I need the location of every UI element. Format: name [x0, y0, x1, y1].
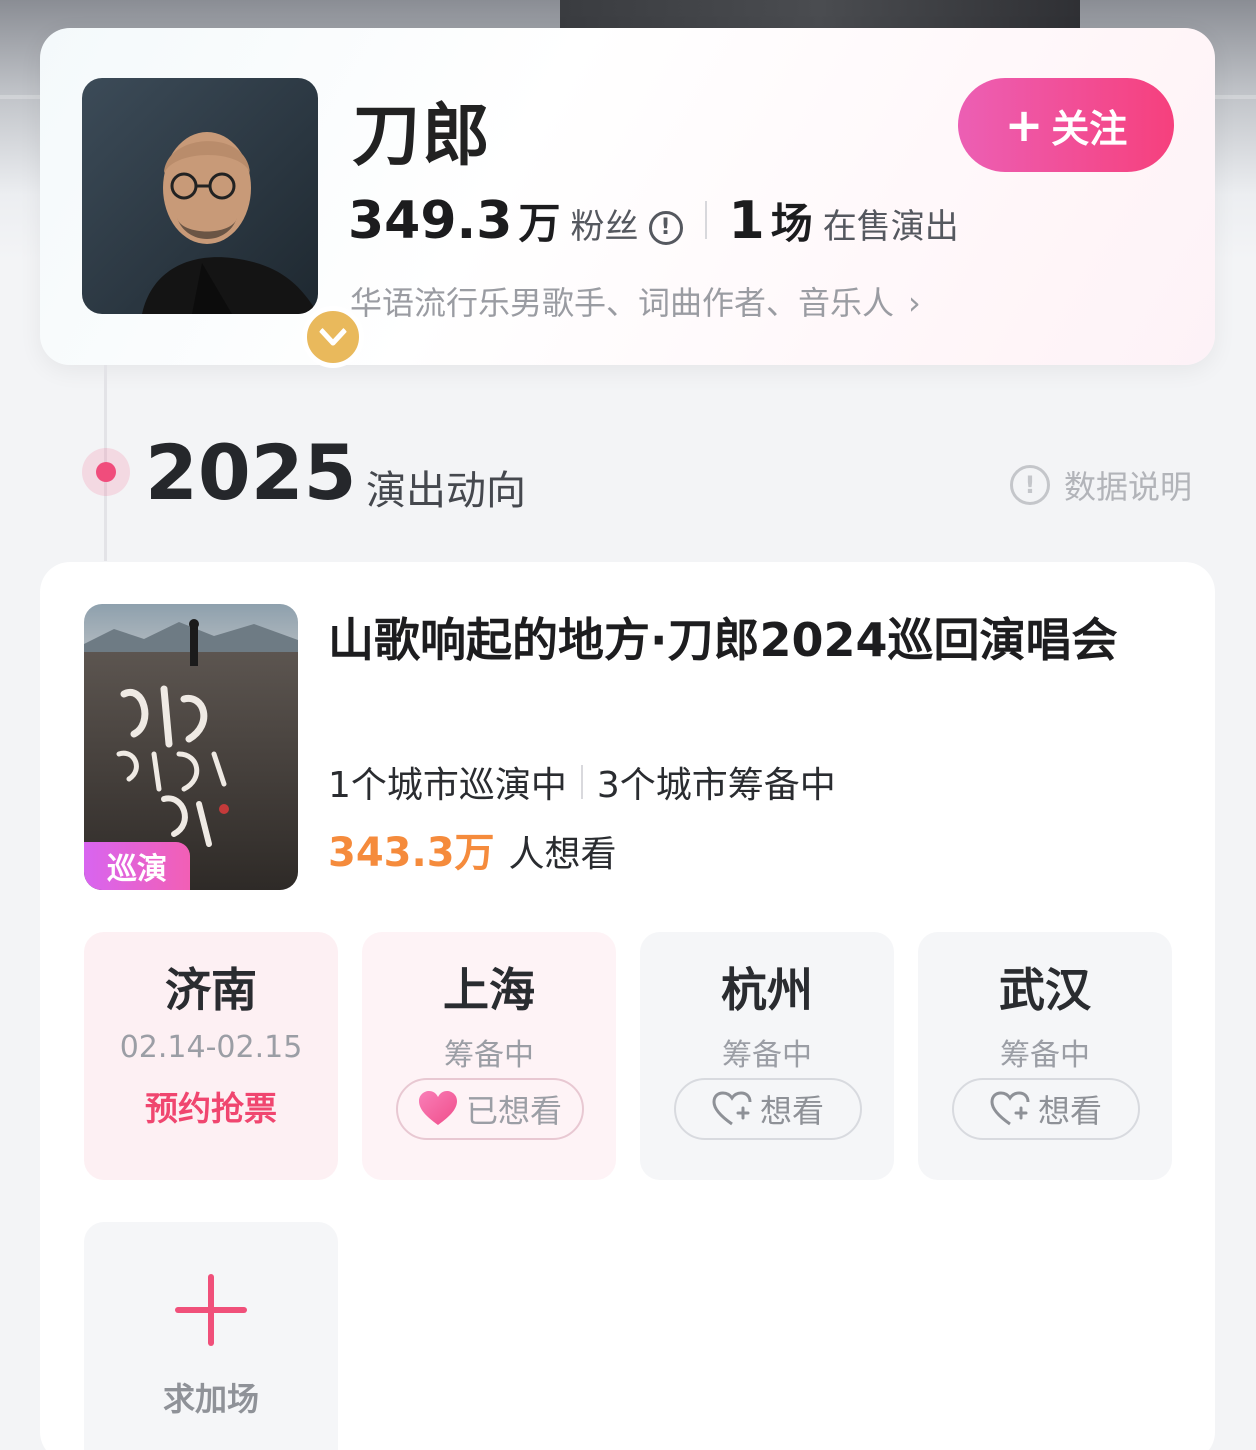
city-name: 杭州 — [721, 963, 813, 1017]
request-extra-show-button[interactable]: 求加场 — [84, 1222, 338, 1450]
artist-description: 华语流行乐男歌手、词曲作者、音乐人 — [350, 284, 895, 322]
heart-plus-icon — [712, 1091, 752, 1126]
wanted-label: 已想看 — [465, 1092, 562, 1130]
request-extra-show-label: 求加场 — [162, 1380, 259, 1418]
follow-button[interactable]: + 关注 — [958, 78, 1174, 172]
heart-plus-icon — [990, 1091, 1030, 1126]
city-card-jinan[interactable]: 济南 02.14-02.15 预约抢票 — [84, 932, 338, 1180]
cities-divider — [580, 765, 583, 799]
tour-card[interactable]: 巡演 山歌响起的地方·刀郎2024巡回演唱会 1个城市巡演中 3个城市筹备中 3… — [40, 562, 1215, 1450]
want-count: 343.3万 — [328, 830, 495, 876]
artist-name: 刀郎 — [352, 97, 493, 176]
city-card-shanghai[interactable]: 上海 筹备中 已想看 — [362, 932, 616, 1180]
city-card-hangzhou[interactable]: 杭州 筹备中 想看 — [640, 932, 894, 1180]
data-info-label: 数据说明 — [1064, 468, 1193, 506]
tour-want: 343.3万 人想看 — [328, 820, 617, 878]
section-year: 2025 — [145, 428, 357, 517]
city-status: 筹备中 — [1000, 1038, 1090, 1073]
data-info-link[interactable]: ! 数据说明 — [1010, 462, 1192, 508]
heart-filled-icon — [418, 1091, 457, 1125]
reserve-ticket-button[interactable]: 预约抢票 — [84, 1082, 338, 1130]
fans-label: 粉丝 — [570, 207, 639, 247]
tour-poster[interactable]: 巡演 — [84, 604, 298, 890]
shows-count: 1 — [728, 191, 765, 251]
city-card-wuhan[interactable]: 武汉 筹备中 想看 — [918, 932, 1172, 1180]
artist-stats: 349.3 万 粉丝 ! 1 场 在售演出 — [348, 190, 959, 251]
city-status: 筹备中 — [444, 1038, 534, 1073]
tour-cities-summary: 1个城市巡演中 3个城市筹备中 — [328, 756, 836, 808]
tour-tag: 巡演 — [84, 842, 190, 890]
artist-card: 刀郎 + 关注 349.3 万 粉丝 ! 1 场 在售演出 华语流行乐男歌手、词… — [40, 28, 1215, 368]
chevron-right-icon: › — [908, 284, 921, 322]
avatar-photo — [82, 78, 318, 314]
timeline-dot-icon — [82, 448, 130, 496]
stats-divider — [704, 201, 707, 239]
city-name: 济南 — [165, 963, 257, 1017]
shows-label: 在售演出 — [822, 207, 959, 247]
want-label: 人想看 — [508, 834, 617, 875]
fans-unit: 万 — [518, 199, 561, 248]
want-label: 想看 — [1037, 1092, 1102, 1130]
section-label: 演出动向 — [366, 468, 526, 514]
header-photo-strip — [560, 0, 1080, 30]
artist-description-link[interactable]: 华语流行乐男歌手、词曲作者、音乐人 › — [350, 278, 921, 324]
want-button[interactable]: 想看 — [952, 1078, 1140, 1140]
want-button[interactable]: 想看 — [674, 1078, 862, 1140]
wanted-button[interactable]: 已想看 — [396, 1078, 584, 1140]
follow-label: 关注 — [1051, 106, 1128, 151]
plus-icon — [175, 1274, 247, 1346]
cities-planning: 3个城市筹备中 — [596, 765, 836, 806]
plus-icon: + — [1004, 98, 1044, 152]
tour-title: 山歌响起的地方·刀郎2024巡回演唱会 — [328, 613, 1118, 667]
city-name: 上海 — [443, 963, 535, 1017]
want-label: 想看 — [759, 1092, 824, 1130]
city-status: 筹备中 — [722, 1038, 812, 1073]
cities-touring: 1个城市巡演中 — [328, 765, 567, 806]
artist-avatar[interactable] — [82, 78, 364, 368]
fans-info-icon[interactable]: ! — [648, 210, 683, 245]
fans-count: 349.3 — [348, 191, 513, 251]
city-date: 02.14-02.15 — [119, 1030, 303, 1065]
info-circle-icon: ! — [1010, 465, 1050, 505]
shows-unit: 场 — [770, 199, 813, 248]
city-name: 武汉 — [999, 963, 1091, 1017]
